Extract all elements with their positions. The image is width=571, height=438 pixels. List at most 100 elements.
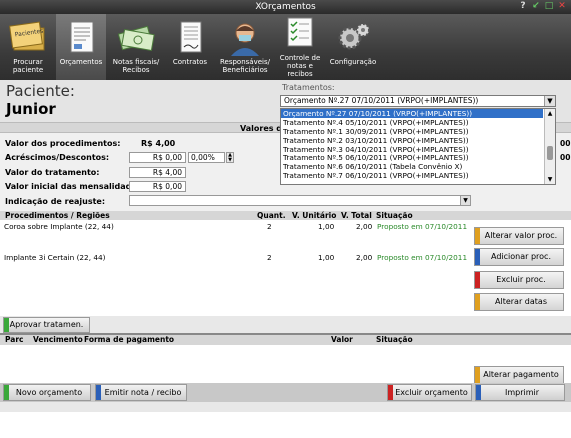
cell-proc: Coroa sobre Implante (22, 44) [4, 222, 114, 231]
dropdown-option[interactable]: Tratamento Nº.6 06/10/2011 (Tabela Convê… [281, 162, 543, 171]
col-valor: Valor [331, 335, 353, 344]
alterar-datas-label: Alterar datas [495, 297, 547, 306]
toolbar: Pacientes Procurar paciente Orçamentos N… [0, 14, 571, 80]
total-label: Valor dos procedimentos: [5, 139, 121, 148]
dropdown-option[interactable]: Tratamento Nº.3 04/10/2011 (VRPO(+IMPLAN… [281, 145, 543, 154]
scroll-down-icon[interactable]: ▼ [545, 175, 555, 184]
window-title: XOrçamentos [255, 2, 316, 12]
person-icon [231, 23, 259, 56]
col-situacao: Situação [376, 335, 413, 344]
alterar-pagamento-label: Alterar pagamento [483, 370, 559, 379]
tratamento-value-field[interactable]: R$ 4,00 [129, 167, 186, 178]
novo-orcamento-label: Novo orçamento [15, 388, 83, 397]
aprovar-tratamento-button[interactable]: Aprovar tratamen. [3, 317, 90, 333]
alterar-datas-button[interactable]: Alterar datas [474, 293, 564, 311]
red-bar [475, 272, 480, 288]
alterar-valor-label: Alterar valor proc. [484, 231, 558, 240]
right-value: 00 [560, 153, 571, 162]
patient-label: Paciente: [6, 82, 75, 100]
col-parc: Parc [5, 335, 24, 344]
patient-name: Junior [6, 100, 56, 118]
acrescimos-pct-field[interactable]: 0,00% [188, 152, 225, 163]
payments-header: Parc Vencimento Forma de pagamento Valor… [0, 335, 571, 345]
tratamentos-selected: Orçamento Nº.27 07/10/2011 (VRPO(+IMPLAN… [284, 96, 479, 105]
dropdown-option[interactable]: Orçamento Nº.27 07/10/2011 (VRPO(+IMPLAN… [281, 109, 543, 118]
dropdown-option[interactable]: Tratamento Nº.4 05/10/2011 (VRPO(+IMPLAN… [281, 118, 543, 127]
emitir-nota-label: Emitir nota / recibo [104, 388, 182, 397]
toolbar-label: Controle de notas e recibos [279, 54, 321, 78]
toolbar-label: Procurar paciente [12, 58, 44, 74]
dropdown-option[interactable]: Tratamento Nº.5 06/10/2011 (VRPO(+IMPLAN… [281, 153, 543, 163]
cell-status: Proposto em 07/10/2011 [377, 222, 468, 231]
app-window: XOrçamentos ? ↙ □ ✕ Pacientes Procurar p… [0, 0, 571, 412]
red-bar [388, 385, 393, 400]
table-row[interactable]: Implante 3i Certain (22, 44) 2 1,00 2,00… [0, 253, 470, 263]
total-value: R$ 4,00 [141, 139, 176, 148]
cell-unit: 1,00 [318, 222, 335, 231]
emitir-nota-button[interactable]: Emitir nota / recibo [95, 384, 187, 401]
tratamentos-label: Tratamentos: [282, 83, 335, 92]
dropdown-option[interactable]: Tratamento Nº.2 03/10/2011 (VRPO(+IMPLAN… [281, 136, 543, 145]
pct-stepper[interactable]: ▲ ▼ [226, 152, 234, 163]
maximize-icon[interactable]: □ [544, 1, 554, 11]
valores-header-label: Valores d [240, 124, 283, 133]
tratamentos-dropdown: Orçamento Nº.27 07/10/2011 (VRPO(+IMPLAN… [280, 108, 556, 185]
excluir-orcamento-label: Excluir orçamento [395, 388, 468, 397]
tratamentos-select[interactable]: Orçamento Nº.27 07/10/2011 (VRPO(+IMPLAN… [280, 95, 556, 107]
document-icon [70, 21, 94, 53]
toolbar-responsaveis[interactable]: Responsáveis/ Beneficiários [216, 14, 274, 80]
toolbar-label: Responsáveis/ Beneficiários [219, 58, 270, 74]
dropdown-option[interactable]: Tratamento Nº.7 06/10/2011 (VRPO(+IMPLAN… [281, 171, 543, 180]
acrescimos-field[interactable]: R$ 0,00 [129, 152, 186, 163]
orange-bar [475, 228, 480, 244]
cell-proc: Implante 3i Certain (22, 44) [4, 253, 106, 262]
table-row[interactable]: Coroa sobre Implante (22, 44) 2 1,00 2,0… [0, 222, 470, 232]
toolbar-notas-fiscais[interactable]: Notas fiscais/ Recibos [108, 14, 164, 80]
right-value: 00 [560, 139, 571, 148]
cell-quant: 2 [267, 222, 272, 231]
cell-quant: 2 [267, 253, 272, 262]
green-bar [4, 318, 9, 332]
chevron-down-icon[interactable]: ▼ [460, 196, 470, 205]
aprovar-label: Aprovar tratamen. [9, 320, 84, 329]
excluir-proc-button[interactable]: Excluir proc. [474, 271, 564, 289]
toolbar-procurar-paciente[interactable]: Pacientes Procurar paciente [2, 14, 54, 80]
orange-bar [475, 294, 480, 310]
alterar-pagamento-button[interactable]: Alterar pagamento [474, 366, 564, 384]
toolbar-controle-notas[interactable]: Controle de notas e recibos [276, 14, 324, 80]
gears-icon [338, 23, 370, 50]
toolbar-configuracao[interactable]: Configuração [326, 14, 380, 80]
minimize-icon[interactable]: ↙ [531, 1, 541, 11]
scroll-thumb[interactable] [547, 146, 553, 160]
chevron-down-icon[interactable]: ▼ [544, 96, 555, 106]
toolbar-orcamentos[interactable]: Orçamentos [56, 14, 106, 80]
mensalidades-field[interactable]: R$ 0,00 [129, 181, 186, 192]
orange-bar [475, 367, 480, 383]
help-icon[interactable]: ? [518, 1, 528, 11]
toolbar-label: Configuração [329, 58, 377, 66]
reajuste-select[interactable]: ▼ [129, 195, 471, 206]
novo-orcamento-button[interactable]: Novo orçamento [3, 384, 91, 401]
toolbar-label: Notas fiscais/ Recibos [112, 58, 160, 74]
imprimir-button[interactable]: Imprimir [475, 384, 565, 401]
title-bar: XOrçamentos ? ↙ □ ✕ [0, 0, 571, 14]
alterar-valor-button[interactable]: Alterar valor proc. [474, 227, 564, 245]
dropdown-scrollbar[interactable]: ▲ ▼ [544, 109, 555, 184]
excluir-orcamento-button[interactable]: Excluir orçamento [387, 384, 472, 401]
dropdown-option[interactable]: Tratamento Nº.1 30/09/2011 (VRPO(+IMPLAN… [281, 127, 543, 136]
green-bar [4, 385, 9, 400]
cell-total: 2,00 [356, 253, 373, 262]
adicionar-proc-button[interactable]: Adicionar proc. [474, 248, 564, 266]
toolbar-contratos[interactable]: Contratos [166, 14, 214, 80]
col-forma: Forma de pagamento [84, 335, 175, 344]
toolbar-label: Contratos [172, 58, 208, 66]
scroll-up-icon[interactable]: ▲ [545, 109, 555, 118]
excluir-proc-label: Excluir proc. [496, 275, 546, 284]
close-icon[interactable]: ✕ [557, 1, 567, 11]
cell-unit: 1,00 [318, 253, 335, 262]
reajuste-label: Indicação de reajuste: [5, 197, 106, 206]
toolbar-label: Orçamentos [59, 58, 103, 66]
contract-icon [180, 21, 202, 53]
blue-bar [476, 385, 481, 400]
cell-total: 2,00 [356, 222, 373, 231]
